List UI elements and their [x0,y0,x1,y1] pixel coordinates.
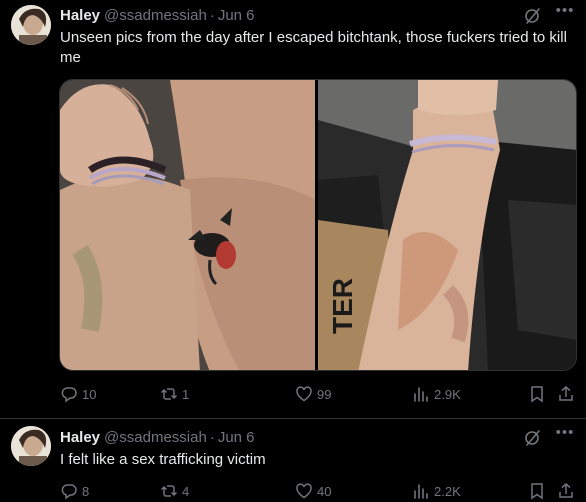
tweet-text: Unseen pics from the day after I escaped… [60,29,567,66]
bag-text: TER [327,278,358,334]
reply-count: 10 [82,386,97,402]
like-count: 40 [317,483,332,499]
reply-button[interactable]: 8 [60,481,89,501]
avatar[interactable] [11,5,51,45]
separator: · [209,6,215,24]
tweet-actions: 10 1 99 2.9K [60,384,576,404]
retweet-icon [160,485,178,497]
reply-icon [61,484,77,500]
tweet-header: Haley @ssadmessiah · Jun 6 [60,5,255,25]
share-button[interactable] [557,384,579,404]
photo-arm-tattoo[interactable] [60,80,316,370]
more-icon[interactable]: ••• [554,425,576,445]
tweet[interactable]: Haley @ssadmessiah · Jun 6 ••• I felt li… [0,418,586,502]
retweet-button[interactable]: 4 [160,481,189,501]
share-icon [559,483,573,498]
bookmark-icon [531,483,543,500]
author-name[interactable]: Haley [60,7,100,24]
tweet-text: I felt like a sex trafficking victim [60,451,266,468]
retweet-count: 4 [182,483,190,499]
tweet-date[interactable]: Jun 6 [218,7,255,24]
views-icon [414,387,428,402]
share-icon [559,386,573,401]
bookmark-button[interactable] [528,384,550,404]
avatar[interactable] [11,426,51,466]
photo-arm-bruise[interactable]: TER [318,80,576,370]
retweet-button[interactable]: 1 [160,384,189,404]
views-icon [414,484,428,499]
tweet-actions: 8 4 40 2.2K [60,481,576,501]
views-count: 2.2K [434,483,461,499]
more-icon[interactable]: ••• [554,3,576,23]
tweet[interactable]: Haley @ssadmessiah · Jun 6 ••• Unseen pi… [0,0,586,418]
author-name[interactable]: Haley [60,429,100,446]
author-handle[interactable]: @ssadmessiah [104,7,207,24]
author-handle[interactable]: @ssadmessiah [104,429,207,446]
retweet-count: 1 [182,386,190,402]
tweet-media[interactable]: TER [59,79,577,371]
retweet-icon [160,388,178,400]
like-button[interactable]: 99 [295,384,331,404]
reply-button[interactable]: 10 [60,384,96,404]
separator: · [209,428,215,446]
grok-icon[interactable] [524,429,542,447]
reply-count: 8 [82,483,90,499]
tweet-header: Haley @ssadmessiah · Jun 6 [60,427,255,447]
like-button[interactable]: 40 [295,481,331,501]
bookmark-icon [531,386,543,403]
share-button[interactable] [557,481,579,501]
bookmark-button[interactable] [528,481,550,501]
reply-icon [61,387,77,403]
grok-icon[interactable] [524,7,542,25]
like-icon [296,386,312,402]
views-count: 2.9K [434,386,461,402]
like-icon [296,483,312,499]
views-button[interactable]: 2.9K [412,384,461,404]
views-button[interactable]: 2.2K [412,481,461,501]
like-count: 99 [317,386,332,402]
tweet-date[interactable]: Jun 6 [218,429,255,446]
